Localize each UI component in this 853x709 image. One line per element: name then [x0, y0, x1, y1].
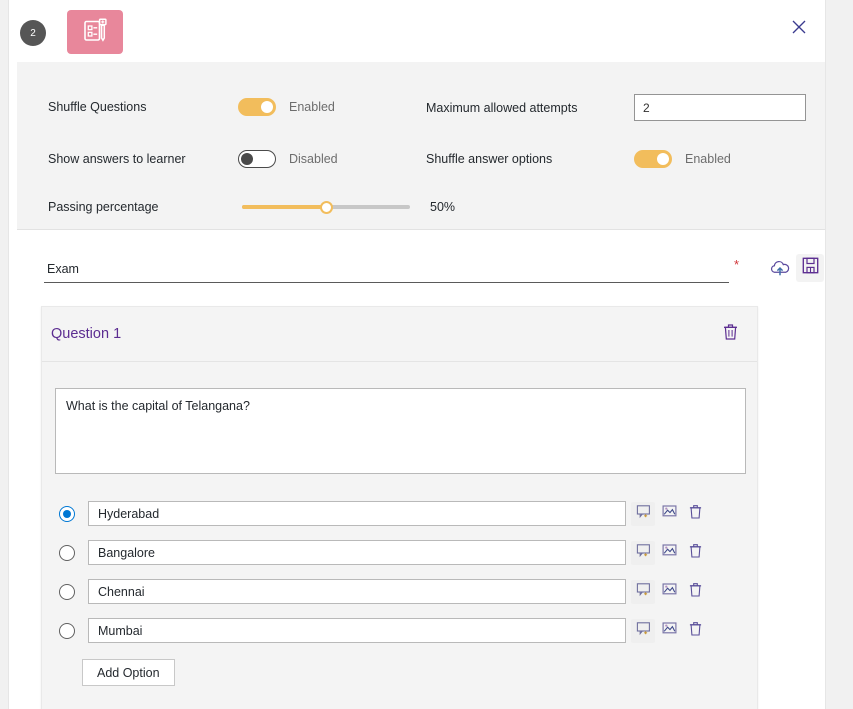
delete-option-button[interactable] — [683, 502, 707, 526]
answer-option-actions — [631, 618, 709, 643]
image-icon — [662, 543, 677, 562]
show-answers-toggle[interactable] — [238, 150, 276, 168]
correct-answer-radio[interactable] — [59, 583, 75, 600]
editor-header: 2 — [9, 0, 825, 62]
comment-add-icon — [636, 543, 651, 563]
answer-option-input[interactable] — [88, 501, 626, 526]
add-image-button[interactable] — [657, 580, 681, 604]
add-image-button[interactable] — [657, 502, 681, 526]
trash-icon — [689, 543, 702, 563]
question-card-body: Add Option — [42, 362, 757, 709]
correct-answer-radio[interactable] — [59, 505, 75, 522]
quiz-editor-panel: 2 Shuffle Questions Enabled Show answers… — [8, 0, 826, 709]
add-comment-button[interactable] — [631, 618, 655, 643]
answer-option-input[interactable] — [88, 618, 626, 643]
answer-option-row — [55, 533, 744, 572]
trash-icon — [689, 504, 702, 524]
comment-add-icon — [636, 582, 651, 602]
shuffle-answers-state: Enabled — [685, 152, 731, 166]
close-button[interactable] — [787, 17, 811, 41]
trash-icon — [689, 621, 702, 641]
add-image-button[interactable] — [657, 619, 681, 643]
passing-percentage-label: Passing percentage — [48, 200, 159, 214]
shuffle-answers-toggle[interactable] — [634, 150, 672, 168]
correct-answer-radio[interactable] — [59, 544, 75, 561]
answer-option-input[interactable] — [88, 540, 626, 565]
delete-question-button[interactable] — [719, 322, 741, 346]
answer-option-actions — [631, 540, 709, 565]
add-comment-button[interactable] — [631, 540, 655, 565]
exam-title-row: * — [17, 248, 825, 294]
step-number-badge: 2 — [20, 20, 46, 46]
add-comment-button[interactable] — [631, 579, 655, 604]
delete-option-button[interactable] — [683, 580, 707, 604]
toggle-knob — [261, 101, 273, 113]
card-bottom-spacer — [55, 686, 744, 709]
delete-option-button[interactable] — [683, 541, 707, 565]
add-option-button[interactable]: Add Option — [82, 659, 175, 686]
close-icon — [792, 20, 806, 39]
passing-percentage-slider[interactable] — [242, 199, 410, 215]
max-attempts-input[interactable] — [634, 94, 806, 121]
toggle-knob — [657, 153, 669, 165]
add-comment-button[interactable] — [631, 501, 655, 526]
setting-shuffle-answers: Shuffle answer options Enabled — [426, 150, 731, 168]
quiz-editor-screen: 2 Shuffle Questions Enabled Show answers… — [0, 0, 853, 709]
passing-percentage-value: 50% — [430, 200, 456, 214]
shuffle-questions-state: Enabled — [289, 100, 335, 114]
exam-title-input[interactable] — [44, 257, 729, 283]
image-icon — [662, 504, 677, 523]
add-image-button[interactable] — [657, 541, 681, 565]
show-answers-label: Show answers to learner — [48, 152, 186, 166]
delete-option-button[interactable] — [683, 619, 707, 643]
left-gutter — [0, 0, 8, 709]
image-icon — [662, 582, 677, 601]
answer-option-row — [55, 494, 744, 533]
setting-shuffle-questions: Shuffle Questions Enabled — [48, 98, 335, 116]
question-card: Question 1 What is the capital of Telang… — [41, 306, 758, 709]
quiz-type-tile[interactable] — [67, 10, 123, 54]
slider-thumb[interactable] — [320, 200, 333, 214]
show-answers-state: Disabled — [289, 152, 338, 166]
question-title: Question 1 — [51, 326, 122, 342]
quiz-clipboard-icon — [81, 16, 109, 49]
answer-option-actions — [631, 501, 709, 526]
correct-answer-radio[interactable] — [59, 622, 75, 639]
shuffle-questions-label: Shuffle Questions — [48, 100, 147, 114]
answer-options-list: Add Option — [55, 494, 744, 686]
answer-option-row — [55, 611, 744, 650]
required-marker: * — [734, 257, 740, 272]
toggle-knob — [241, 153, 253, 165]
question-text-input[interactable] — [55, 388, 746, 474]
save-floppy-icon — [802, 257, 819, 279]
answer-option-actions — [631, 579, 709, 604]
save-button[interactable] — [796, 254, 824, 282]
comment-add-icon — [636, 504, 651, 524]
image-icon — [662, 621, 677, 640]
shuffle-questions-toggle[interactable] — [238, 98, 276, 116]
setting-show-answers: Show answers to learner Disabled — [48, 150, 338, 168]
publish-button[interactable] — [765, 256, 795, 284]
slider-fill — [242, 205, 326, 209]
quiz-settings-panel: Shuffle Questions Enabled Show answers t… — [17, 62, 825, 230]
question-card-header: Question 1 — [42, 307, 757, 362]
answer-option-input[interactable] — [88, 579, 626, 604]
trash-icon — [689, 582, 702, 602]
max-attempts-label: Maximum allowed attempts — [426, 100, 578, 115]
setting-max-attempts: Maximum allowed attempts — [426, 94, 806, 121]
trash-icon — [723, 323, 738, 345]
shuffle-answers-label: Shuffle answer options — [426, 152, 553, 166]
answer-option-row — [55, 572, 744, 611]
comment-add-icon — [636, 621, 651, 641]
right-scroll-gutter[interactable] — [827, 0, 853, 709]
setting-passing-percentage: Passing percentage 50% — [48, 199, 455, 215]
cloud-upload-icon — [769, 259, 791, 282]
